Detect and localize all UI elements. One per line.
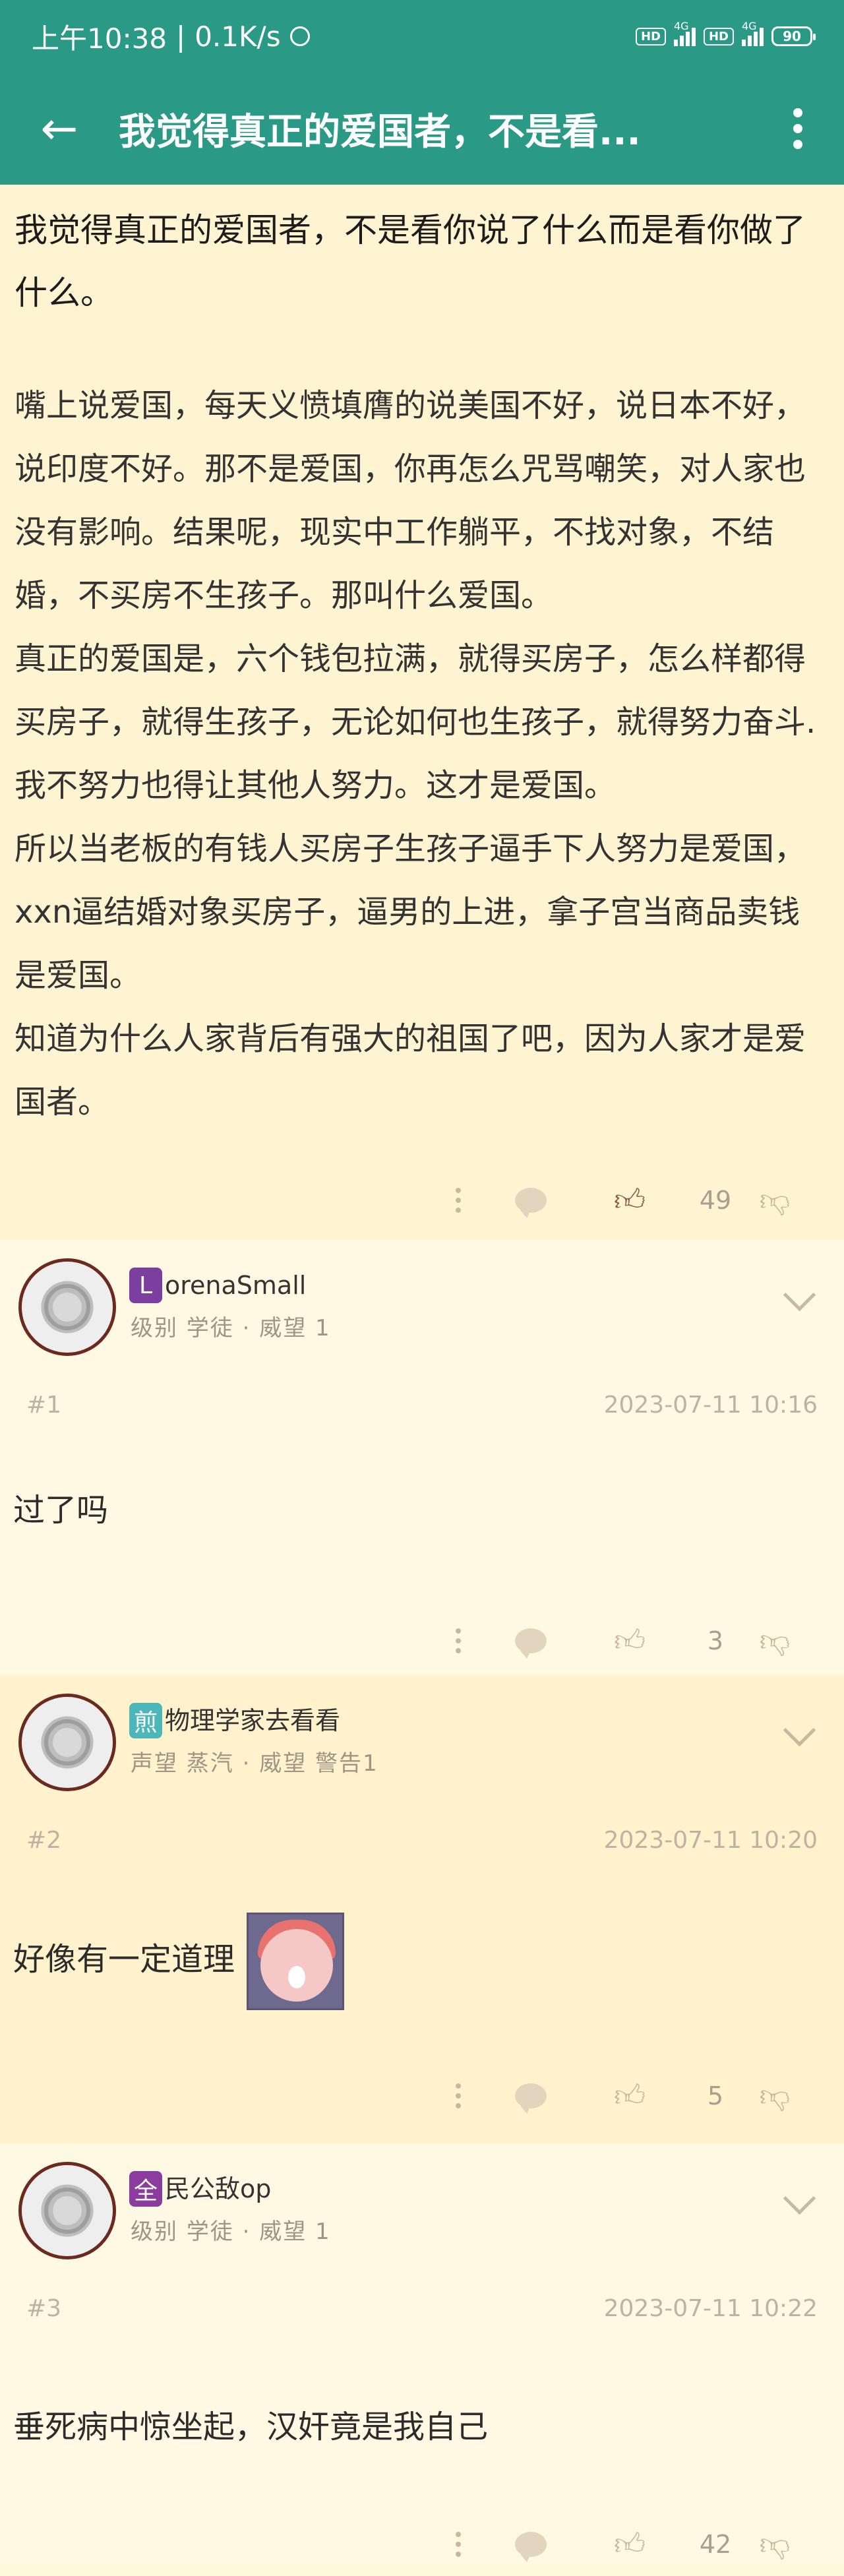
reply-content: 过了吗 (13, 1492, 109, 1529)
post-paragraph: 真正的爱国是，六个钱包拉满，就得买房子，怎么样都得买房子，就得生孩子，无论如何也… (15, 640, 816, 804)
floor-row: #2 2023-07-11 10:20 (0, 1820, 844, 1886)
thumb-down-icon[interactable]: 👎︎ (752, 1622, 798, 1659)
status-bar: 上午10:38 | 0.1K/s HD 4G HD 4G 90 (0, 0, 844, 73)
post-paragraph: 知道为什么人家背后有强大的祖国了吧，因为人家才是爱国者。 (15, 1020, 806, 1120)
more-options-icon[interactable] (435, 1628, 481, 1653)
reply-header: 煎 物理学家去看看 声望 蒸汽 · 威望 警告1 (0, 1675, 844, 1820)
comment-icon[interactable] (481, 1628, 580, 1659)
status-speed: 0.1K/s (195, 20, 281, 53)
thumb-up-icon[interactable]: 👍︎ (580, 1182, 679, 1219)
original-post: 我觉得真正的爱国者，不是看你说了什么而是看你做了什么。 嘴上说爱国，每天义愤填膺… (0, 185, 844, 1240)
reply-actions: 👍︎ 42 👎︎ (0, 2513, 844, 2576)
thumb-down-icon[interactable]: 👎︎ (752, 2526, 798, 2563)
hd-badge: HD (635, 27, 666, 46)
thumb-up-icon[interactable]: 👍︎ (580, 2077, 679, 2114)
user-badge: L (129, 1268, 162, 1303)
reply-card: L orenaSmall 级别 学徒 · 威望 1 #1 2023-07-11 … (0, 1240, 844, 1675)
expand-chevron-icon[interactable] (783, 1278, 816, 1312)
reply-card: 煎 物理学家去看看 声望 蒸汽 · 威望 警告1 #2 2023-07-11 1… (0, 1675, 844, 2143)
alarm-icon (289, 26, 310, 46)
thumb-up-icon[interactable]: 👍︎ (580, 1622, 679, 1659)
back-arrow-icon[interactable]: ← (0, 73, 119, 185)
reply-content: 垂死病中惊坐起，汉奸竟是我自己 (13, 2408, 489, 2445)
post-title: 我觉得真正的爱国者，不是看你说了什么而是看你做了什么。 (15, 211, 806, 312)
user-badge: 全 (129, 2171, 162, 2207)
reply-header: L orenaSmall 级别 学徒 · 威望 1 (0, 1240, 844, 1385)
thumb-down-icon[interactable]: 👎︎ (752, 1182, 798, 1219)
like-count: 3 (707, 1626, 724, 1655)
floor-number: #2 (26, 1827, 62, 1854)
more-options-icon[interactable] (435, 2083, 481, 2108)
user-meta: 声望 蒸汽 · 威望 警告1 (131, 1750, 378, 1777)
post-paragraph: 嘴上说爱国，每天义愤填膺的说美国不好，说日本不好，说印度不好。那不是爱国，你再怎… (15, 387, 806, 614)
comment-icon[interactable] (481, 2532, 580, 2562)
post-time: 2023-07-11 10:22 (603, 2295, 818, 2322)
floor-number: #3 (26, 2295, 62, 2322)
network-type-label: 4G (742, 20, 757, 32)
expand-chevron-icon[interactable] (783, 1713, 816, 1747)
status-separator: | (176, 20, 186, 53)
reply-actions: 👍︎ 5 👎︎ (0, 2064, 844, 2128)
thumb-up-icon[interactable]: 👍︎ (580, 2526, 679, 2563)
signal-icon: 4G (673, 20, 696, 46)
like-count: 42 (699, 2530, 732, 2559)
floor-row: #3 2023-07-11 10:22 (0, 2288, 844, 2354)
more-vert-icon[interactable] (752, 108, 844, 149)
thumb-down-icon[interactable]: 👎︎ (752, 2077, 798, 2114)
comment-icon[interactable] (481, 2083, 580, 2114)
floor-number: #1 (26, 1392, 62, 1419)
battery-icon: 90 (771, 26, 816, 46)
post-body: 嘴上说爱国，每天义愤填膺的说美国不好，说日本不好，说印度不好。那不是爱国，你再怎… (15, 374, 829, 1134)
status-right: HD 4G HD 4G 90 (635, 20, 816, 46)
username[interactable]: orenaSmall (165, 1268, 306, 1303)
expand-chevron-icon[interactable] (783, 2182, 816, 2215)
reply-content-row: 好像有一定道理 (0, 1913, 844, 2010)
page-title: 我觉得真正的爱国者，不是看... (119, 110, 641, 154)
network-type-label: 4G (673, 20, 689, 32)
username[interactable]: 物理学家去看看 (165, 1703, 340, 1738)
post-time: 2023-07-11 10:16 (603, 1392, 818, 1419)
more-options-icon[interactable] (435, 1188, 481, 1213)
crying-sticker-image (247, 1913, 345, 2010)
reply-card: 全 民公敌op 级别 学徒 · 威望 1 #3 2023-07-11 10:22… (0, 2143, 844, 2565)
status-left: 上午10:38 | 0.1K/s (32, 16, 310, 57)
floor-row: #1 2023-07-11 10:16 (0, 1385, 844, 1451)
post-time: 2023-07-11 10:20 (603, 1827, 818, 1854)
reply-actions: 👍︎ 3 👎︎ (0, 1609, 844, 1672)
avatar[interactable] (18, 1694, 116, 1791)
user-meta: 级别 学徒 · 威望 1 (131, 1315, 331, 1341)
user-badge: 煎 (129, 1703, 162, 1738)
signal-icon: 4G (742, 20, 764, 46)
avatar[interactable] (18, 2162, 116, 2259)
post-paragraph: 所以当老板的有钱人买房子生孩子逼手下人努力是爱国，xxn逼结婚对象买房子，逼男的… (15, 830, 806, 994)
like-count: 5 (707, 2081, 724, 2110)
status-time: 上午10:38 (32, 22, 167, 55)
post-actions: 👍︎ 49 👎︎ (0, 1169, 844, 1232)
like-count: 49 (699, 1186, 732, 1215)
reply-content: 好像有一定道理 (13, 1941, 235, 1978)
hd-badge: HD (703, 27, 734, 46)
comment-icon[interactable] (481, 1188, 580, 1218)
app-bar: ← 我觉得真正的爱国者，不是看... (0, 73, 844, 185)
user-meta: 级别 学徒 · 威望 1 (131, 2219, 331, 2245)
username[interactable]: 民公敌op (165, 2171, 271, 2207)
reply-header: 全 民公敌op 级别 学徒 · 威望 1 (0, 2143, 844, 2288)
avatar[interactable] (18, 1258, 116, 1356)
more-options-icon[interactable] (435, 2532, 481, 2557)
